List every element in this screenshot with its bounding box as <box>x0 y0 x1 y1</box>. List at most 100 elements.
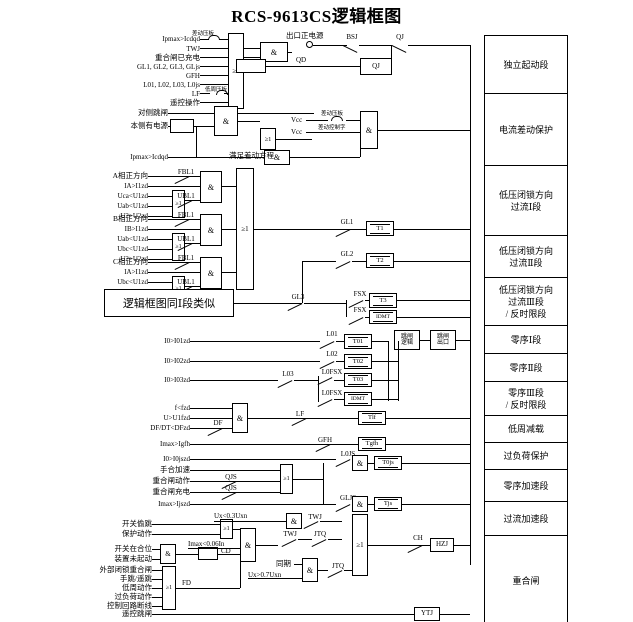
contact-label-lf: LF <box>295 410 305 418</box>
input-label-ubc-u1zd-c: Ubc<U1zd <box>117 278 148 286</box>
contact-fsx-2[interactable] <box>349 317 363 325</box>
timer-idmt-1: IDMT <box>369 310 397 324</box>
contact-gl2[interactable] <box>336 261 350 269</box>
contact-gl3[interactable] <box>288 303 302 311</box>
contact-ubl1-b[interactable] <box>178 243 192 251</box>
wire <box>397 317 470 318</box>
contact-bsj[interactable] <box>343 45 357 53</box>
wire <box>372 361 398 362</box>
input-label-phase-c-dir: C相正方向 <box>112 257 148 266</box>
wire <box>408 45 470 46</box>
input-label-ia-i1zd-c: IA>I1zd <box>124 268 148 276</box>
contact-label-fbl1-c: FBL1 <box>177 254 195 262</box>
input-label-phase-b-dir: B相正方向 <box>112 214 148 223</box>
contact-fbl1-c[interactable] <box>175 262 189 270</box>
wire <box>200 75 228 76</box>
and-gate-reclose-3: & <box>302 558 318 582</box>
contact-label-gl2: GL2 <box>340 250 354 258</box>
wire <box>152 614 414 615</box>
contact-label-df: DF <box>213 419 223 427</box>
contact-gljs[interactable] <box>336 504 350 512</box>
contact-label-gfh: GFH <box>317 436 333 444</box>
or-gate-diff: ≥1 <box>260 128 276 150</box>
wire <box>148 282 172 283</box>
input-label-manual-close-accel: 手合加速 <box>160 465 190 474</box>
wire <box>248 578 302 579</box>
contact-label-jtq-2: JTQ <box>331 562 345 570</box>
contact-label-twj-1: TWJ <box>308 513 322 521</box>
contact-l0fsx-1[interactable] <box>318 377 332 385</box>
relay-box-qj: QJ <box>360 58 392 75</box>
contact-jtq-1[interactable] <box>312 539 326 547</box>
wire <box>312 157 360 158</box>
wire <box>320 521 342 522</box>
contact-label-ubl1-a: UBL1 <box>177 192 195 200</box>
and-gate-lowfreq: & <box>232 403 248 433</box>
wire <box>394 261 470 262</box>
wire <box>152 579 162 580</box>
stage-item: 低压闭锁方向 过流Ⅱ段 <box>484 235 568 277</box>
stage-item: 零序Ⅰ段 <box>484 325 568 353</box>
contact-jtq-2[interactable] <box>328 570 342 578</box>
wire <box>360 140 361 157</box>
wire <box>190 380 278 381</box>
input-label-ia-i1zd: IA>I1zd <box>124 182 148 190</box>
stage-item: 零序Ⅱ段 <box>484 353 568 381</box>
wire <box>378 130 470 131</box>
timer-label: Tjs <box>377 499 399 509</box>
stage-item: 低压闭锁方向 过流Ⅲ段 / 反时限段 <box>484 277 568 325</box>
note-same-as-stage-1: 逻辑框图同Ⅰ段类似 <box>104 289 234 317</box>
input-label-ipmax-icdqd-2: Ipmax>Icdqd <box>130 153 168 161</box>
and-gate-phase-a: & <box>200 171 222 203</box>
label-vcc-2: Vcc <box>291 128 303 136</box>
stage-item: 过负荷保护 <box>484 442 568 469</box>
contact-l03[interactable] <box>278 380 292 388</box>
input-label-imax-igfh: Imax>Igfh <box>160 440 190 448</box>
timer-t0js: T0js <box>374 456 402 470</box>
timer-label: T02 <box>347 356 369 367</box>
timer-t2: T2 <box>366 253 394 268</box>
contact-qj[interactable] <box>392 45 406 53</box>
wire <box>304 303 346 304</box>
input-label-remote-op: 遥控操作 <box>170 98 200 107</box>
contact-l0js[interactable] <box>336 459 350 467</box>
pressure-plate-icon[interactable] <box>205 35 223 42</box>
plate-box-qd <box>236 59 266 73</box>
input-label-breaker-closed: 开关在合位 <box>114 544 153 553</box>
contact-label-fsx-1: FSX <box>353 290 367 298</box>
contact-ch[interactable] <box>408 545 422 553</box>
contact-l0fsx-2[interactable] <box>318 399 332 407</box>
input-label-imax-ijszd: Imax>Ijszd <box>158 500 190 508</box>
contact-gfh[interactable] <box>316 444 330 452</box>
wire <box>152 588 162 589</box>
contact-twj-1[interactable] <box>304 521 318 529</box>
contact-label-jtq-1: JTQ <box>313 530 327 538</box>
input-label-device-not-started: 装置未起动 <box>114 554 153 563</box>
wire <box>152 606 162 607</box>
wire <box>200 66 228 67</box>
wire <box>318 570 328 571</box>
contact-fbl1-a[interactable] <box>175 176 189 184</box>
timer-t3: T3 <box>369 293 397 308</box>
contact-label-ubl1-b: UBL1 <box>177 235 195 243</box>
stage-item: 零序加速段 <box>484 469 568 501</box>
contact-label-qjs-1: QJS <box>225 473 237 481</box>
contact-gl1[interactable] <box>336 229 350 237</box>
input-label-breaker-trip: 开关偷跳 <box>122 519 152 528</box>
contact-df[interactable] <box>208 428 222 436</box>
contact-twj-2[interactable] <box>282 539 296 547</box>
contact-qjs-2[interactable] <box>222 492 236 500</box>
wire <box>266 66 346 67</box>
pressure-plate-icon-diff[interactable] <box>328 116 346 123</box>
contact-l01[interactable] <box>320 341 334 349</box>
wire <box>152 524 220 525</box>
contact-fbl1-b[interactable] <box>175 219 189 227</box>
timer-tlf: Tlf <box>358 411 386 425</box>
contact-ubl1-a[interactable] <box>178 200 192 208</box>
input-label-i0-i01zd: I0>I01zd <box>164 337 190 345</box>
wire <box>148 249 172 250</box>
contact-lf[interactable] <box>292 418 306 426</box>
input-label-phase-a-dir: A相正方向 <box>112 171 148 180</box>
wire <box>323 463 324 505</box>
wire <box>398 341 399 401</box>
